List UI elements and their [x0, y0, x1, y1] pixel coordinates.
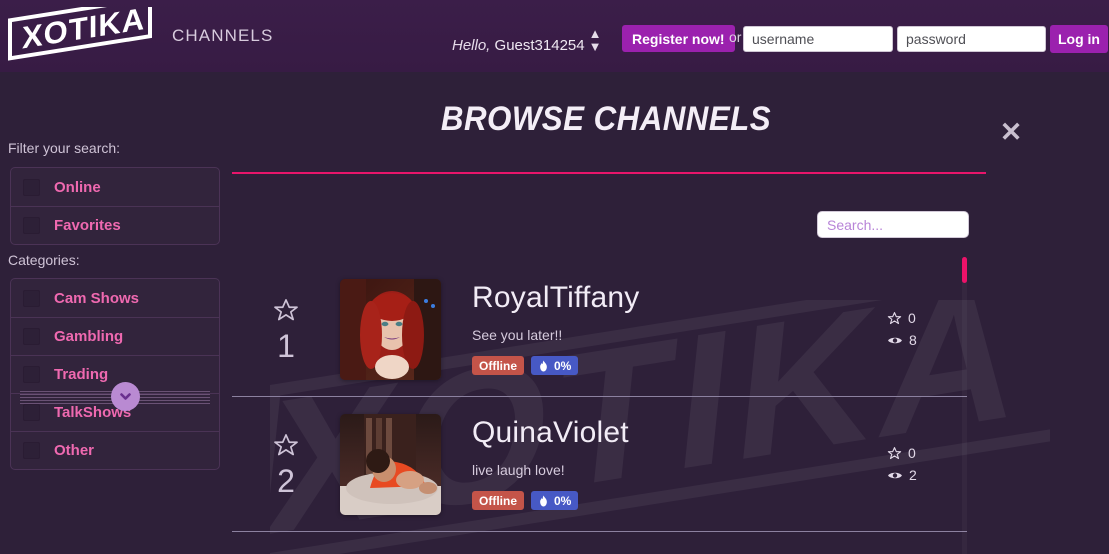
checkbox-online[interactable] [23, 178, 40, 196]
rating-value: 0% [554, 493, 572, 508]
checkbox-favorites[interactable] [23, 217, 40, 234]
up-down-arrows-icon[interactable]: ▲ ▼ [589, 27, 602, 53]
channel-info: RoyalTiffany See you later!! Offline 0% [472, 283, 881, 375]
username-input[interactable] [743, 26, 893, 52]
star-outline-icon[interactable] [272, 432, 300, 463]
password-input[interactable] [897, 26, 1046, 52]
rating-badge: 0% [531, 491, 579, 510]
app-root: XOTIKA XOTIKA CHANNELS Hello, Guest31425… [0, 0, 1109, 554]
flame-icon [540, 360, 547, 371]
channel-thumbnail[interactable] [340, 413, 441, 515]
favorites-count: 0 [908, 445, 916, 461]
eye-icon [888, 337, 902, 343]
channel-status-text: live laugh love! [472, 462, 565, 478]
greeting-hello: Hello, [452, 37, 491, 54]
close-icon[interactable]: ✕ [995, 116, 1027, 148]
or-label: or [729, 29, 742, 45]
channel-name[interactable]: QuinaViolet [472, 418, 881, 448]
favorites-count: 0 [908, 310, 916, 326]
channel-row[interactable]: 1 RoyalTiffany See you later!! Offline 0… [232, 262, 967, 397]
checkbox-other[interactable] [23, 442, 40, 459]
logo-icon: XOTIKA [8, 7, 152, 61]
channel-list: 1 RoyalTiffany See you later!! Offline 0… [232, 262, 967, 532]
filter-item-online[interactable]: Online [11, 168, 219, 206]
star-glyph [274, 298, 298, 320]
checkbox-gambling[interactable] [23, 328, 40, 345]
site-header: XOTIKA CHANNELS Hello, Guest314254▲ ▼ Reg… [0, 0, 1109, 72]
viewers-stat: 2 [887, 467, 917, 483]
rank-column: 1 [232, 297, 340, 362]
login-button[interactable]: Log in [1050, 25, 1108, 53]
nav-item-channels[interactable]: CHANNELS [172, 26, 273, 46]
category-label: Cam Shows [54, 289, 140, 307]
main-content: BROWSE CHANNELS ✕ 1 [230, 72, 1109, 554]
channel-badges: Offline 0% [472, 356, 881, 375]
filter-heading: Filter your search: [8, 140, 121, 156]
rank-number: 2 [277, 462, 295, 499]
category-item-other[interactable]: Other [11, 431, 219, 469]
flame-icon [540, 495, 547, 506]
channel-row[interactable]: 2 QuinaViolet live laugh love! Offline 0… [232, 397, 967, 532]
royaltiffany-thumbnail-image [340, 278, 441, 380]
channel-thumbnail[interactable] [340, 278, 441, 380]
scrollbar-thumb[interactable] [962, 257, 967, 283]
status-badge: Offline [472, 491, 524, 510]
rating-value: 0% [554, 358, 572, 373]
filter-item-favorites[interactable]: Favorites [11, 206, 219, 244]
greeting-username: Guest314254 [494, 37, 585, 54]
favorites-stat: 0 [887, 445, 916, 461]
categories-collapse-control [12, 382, 218, 412]
greeting: Hello, Guest314254▲ ▼ [452, 27, 601, 54]
viewers-count: 8 [909, 332, 917, 348]
viewers-count: 2 [909, 467, 917, 483]
categories-heading: Categories: [8, 252, 80, 268]
checkbox-trading[interactable] [23, 366, 40, 383]
category-label: Other [54, 442, 95, 459]
viewers-stat: 8 [887, 332, 917, 348]
status-badge: Offline [472, 356, 524, 375]
channel-list-scrollbar[interactable] [962, 257, 967, 554]
categories-panel: Cam Shows Gambling Trading TalkShows Oth… [10, 278, 220, 470]
xotika-logo[interactable]: XOTIKA [6, 7, 156, 65]
category-label: Trading [54, 366, 109, 383]
page-title: BROWSE CHANNELS [440, 100, 772, 138]
filter-panel: Online Favorites [10, 167, 220, 245]
category-label: Gambling [54, 328, 124, 345]
chevron-down-glyph [120, 393, 131, 400]
star-outline-icon [887, 311, 902, 324]
star-outline-icon[interactable] [272, 297, 300, 328]
filter-sidebar: Filter your search: Online Favorites Cat… [0, 72, 230, 554]
star-glyph [274, 433, 298, 455]
channel-name[interactable]: RoyalTiffany [472, 283, 881, 313]
rating-badge: 0% [531, 356, 579, 375]
channel-stats: 0 8 [881, 310, 967, 348]
checkbox-cam-shows[interactable] [23, 289, 40, 307]
category-item-cam-shows[interactable]: Cam Shows [11, 279, 219, 317]
search-input[interactable] [817, 211, 969, 238]
category-item-gambling[interactable]: Gambling [11, 317, 219, 355]
star-outline-icon [887, 446, 902, 459]
favorites-stat: 0 [887, 310, 916, 326]
chevron-down-icon[interactable] [111, 382, 140, 411]
title-divider [232, 172, 986, 174]
register-button[interactable]: Register now! [622, 25, 735, 52]
channel-badges: Offline 0% [472, 491, 881, 510]
rank-number: 1 [277, 327, 295, 364]
filter-label: Favorites [54, 217, 121, 234]
channel-stats: 0 2 [881, 445, 967, 483]
rank-column: 2 [232, 432, 340, 497]
channel-status-text: See you later!! [472, 327, 563, 343]
eye-icon [888, 472, 902, 478]
channel-info: QuinaViolet live laugh love! Offline 0% [472, 418, 881, 510]
filter-label: Online [54, 178, 101, 196]
quinaviolet-thumbnail-image [340, 413, 441, 515]
